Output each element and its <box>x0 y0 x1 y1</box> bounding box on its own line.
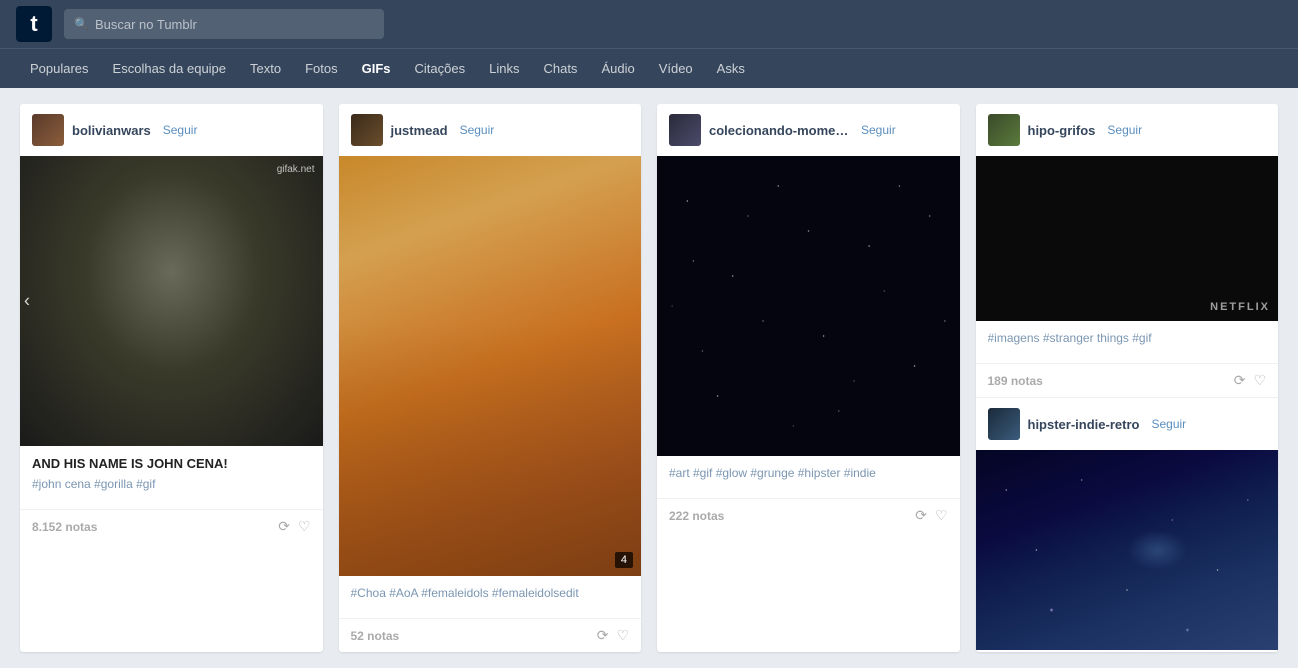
gorilla-gif: gifak.net ‹ <box>20 156 323 446</box>
post-image: gifak.net ‹ <box>20 156 323 446</box>
search-icon: 🔍 <box>74 17 89 31</box>
post-tags: #john cena #gorilla #gif <box>32 477 311 491</box>
galaxy-gif <box>976 450 1279 650</box>
post-image <box>657 156 960 456</box>
card-footer: 189 notas ⟳ ♡ <box>976 363 1279 397</box>
search-bar[interactable]: 🔍 <box>64 9 384 39</box>
stars-gif <box>657 156 960 456</box>
like-icon[interactable]: ♡ <box>935 507 948 524</box>
notes-count: 222 notas <box>669 509 724 523</box>
like-icon[interactable]: ♡ <box>298 518 311 535</box>
post-card: hipo-grifos Seguir NETFLIX #imagens #str… <box>976 104 1279 652</box>
nav-item-gifs[interactable]: GIFs <box>352 49 401 88</box>
nav-item-escolhas[interactable]: Escolhas da equipe <box>103 49 236 88</box>
singer-gif: 4 <box>339 156 642 576</box>
header: t 🔍 <box>0 0 1298 48</box>
nav-item-asks[interactable]: Asks <box>707 49 755 88</box>
sub-follow-button[interactable]: Seguir <box>1151 417 1186 431</box>
sub-post-image <box>976 450 1279 650</box>
watermark: gifak.net <box>277 164 315 175</box>
nav-item-links[interactable]: Links <box>479 49 529 88</box>
sub-username[interactable]: hipster-indie-retro <box>1028 417 1140 432</box>
card-footer: 222 notas ⟳ ♡ <box>657 498 960 532</box>
content-grid: bolivianwars Seguir gifak.net ‹ AND HIS … <box>0 88 1298 668</box>
avatar <box>988 114 1020 146</box>
post-tags: #Choa #AoA #femaleidols #femaleidolsedit <box>351 586 630 600</box>
card-actions: ⟳ ♡ <box>1234 372 1266 389</box>
notes-count: 52 notas <box>351 629 400 643</box>
post-card: bolivianwars Seguir gifak.net ‹ AND HIS … <box>20 104 323 652</box>
nav-bar: Populares Escolhas da equipe Texto Fotos… <box>0 48 1298 88</box>
post-tags: #imagens #stranger things #gif <box>988 331 1267 345</box>
card-body: #art #gif #glow #grunge #hipster #indie <box>657 456 960 498</box>
post-tags: #art #gif #glow #grunge #hipster #indie <box>669 466 948 480</box>
post-title: AND HIS NAME IS JOHN CENA! <box>32 456 311 471</box>
reblog-icon[interactable]: ⟳ <box>597 627 609 644</box>
sub-card-header: hipster-indie-retro Seguir <box>976 397 1279 450</box>
reblog-icon[interactable]: ⟳ <box>1234 372 1246 389</box>
nav-item-chats[interactable]: Chats <box>533 49 587 88</box>
notes-count: 189 notas <box>988 374 1043 388</box>
avatar <box>669 114 701 146</box>
prev-arrow-icon[interactable]: ‹ <box>24 291 30 312</box>
like-icon[interactable]: ♡ <box>1253 372 1266 389</box>
avatar <box>351 114 383 146</box>
username[interactable]: bolivianwars <box>72 123 151 138</box>
username[interactable]: justmead <box>391 123 448 138</box>
card-header: colecionando-moment... Seguir <box>657 104 960 156</box>
follow-button[interactable]: Seguir <box>460 123 495 137</box>
like-icon[interactable]: ♡ <box>616 627 629 644</box>
post-image: 4 <box>339 156 642 576</box>
nav-item-audio[interactable]: Áudio <box>591 49 644 88</box>
nav-item-citacoes[interactable]: Citações <box>405 49 476 88</box>
nav-item-populares[interactable]: Populares <box>20 49 99 88</box>
post-card: colecionando-moment... Seguir #art #gif … <box>657 104 960 652</box>
card-header: justmead Seguir <box>339 104 642 156</box>
tumblr-logo[interactable]: t <box>16 6 52 42</box>
nav-item-texto[interactable]: Texto <box>240 49 291 88</box>
nav-item-video[interactable]: Vídeo <box>649 49 703 88</box>
card-actions: ⟳ ♡ <box>915 507 947 524</box>
nav-item-fotos[interactable]: Fotos <box>295 49 348 88</box>
follow-button[interactable]: Seguir <box>861 123 896 137</box>
search-input[interactable] <box>95 17 374 32</box>
card-footer: 52 notas ⟳ ♡ <box>339 618 642 652</box>
username[interactable]: hipo-grifos <box>1028 123 1096 138</box>
card-footer: 8.152 notas ⟳ ♡ <box>20 509 323 543</box>
avatar <box>32 114 64 146</box>
post-card: justmead Seguir 4 #Choa #AoA #femaleidol… <box>339 104 642 652</box>
card-actions: ⟳ ♡ <box>597 627 629 644</box>
card-actions: ⟳ ♡ <box>278 518 310 535</box>
netflix-gif: NETFLIX <box>976 156 1279 321</box>
post-image: NETFLIX <box>976 156 1279 321</box>
card-header: hipo-grifos Seguir <box>976 104 1279 156</box>
card-body: #imagens #stranger things #gif <box>976 321 1279 363</box>
card-body: AND HIS NAME IS JOHN CENA! #john cena #g… <box>20 446 323 509</box>
gif-count-badge: 4 <box>615 552 633 568</box>
notes-count: 8.152 notas <box>32 520 97 534</box>
reblog-icon[interactable]: ⟳ <box>915 507 927 524</box>
avatar <box>988 408 1020 440</box>
follow-button[interactable]: Seguir <box>1107 123 1142 137</box>
netflix-watermark: NETFLIX <box>1202 293 1278 321</box>
reblog-icon[interactable]: ⟳ <box>278 518 290 535</box>
card-body: #Choa #AoA #femaleidols #femaleidolsedit <box>339 576 642 618</box>
card-header: bolivianwars Seguir <box>20 104 323 156</box>
username[interactable]: colecionando-moment... <box>709 123 849 138</box>
follow-button[interactable]: Seguir <box>163 123 198 137</box>
